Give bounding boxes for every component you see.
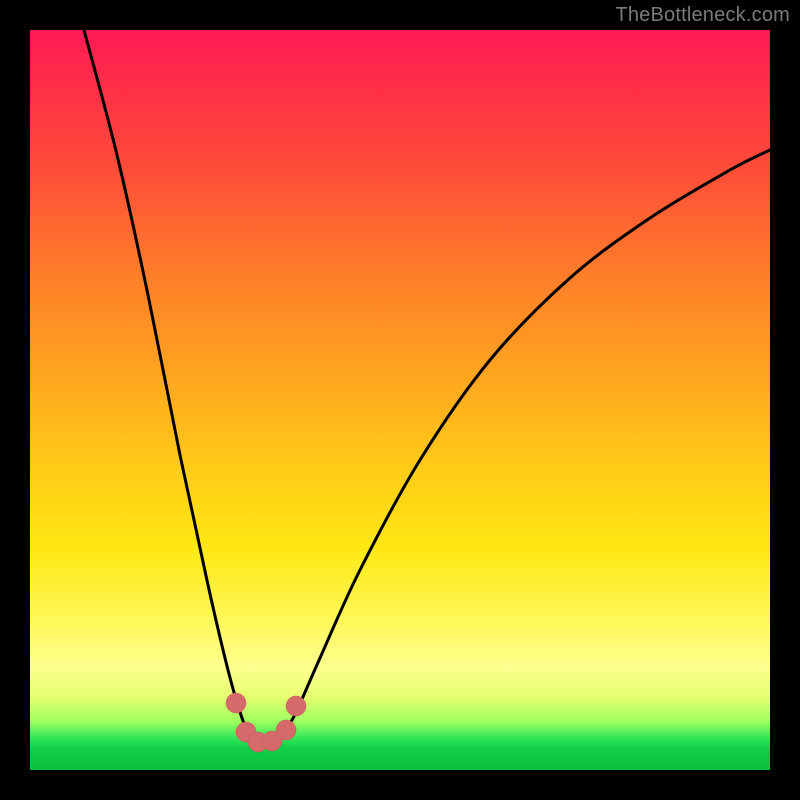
bottleneck-curve — [84, 30, 770, 742]
bead-marker — [276, 720, 296, 740]
chart-svg — [30, 30, 770, 770]
bead-marker — [226, 693, 246, 713]
plot-area — [30, 30, 770, 770]
outer-frame: TheBottleneck.com — [0, 0, 800, 800]
bead-marker — [286, 696, 306, 716]
watermark-text: TheBottleneck.com — [615, 4, 790, 27]
beads-group — [226, 693, 306, 752]
